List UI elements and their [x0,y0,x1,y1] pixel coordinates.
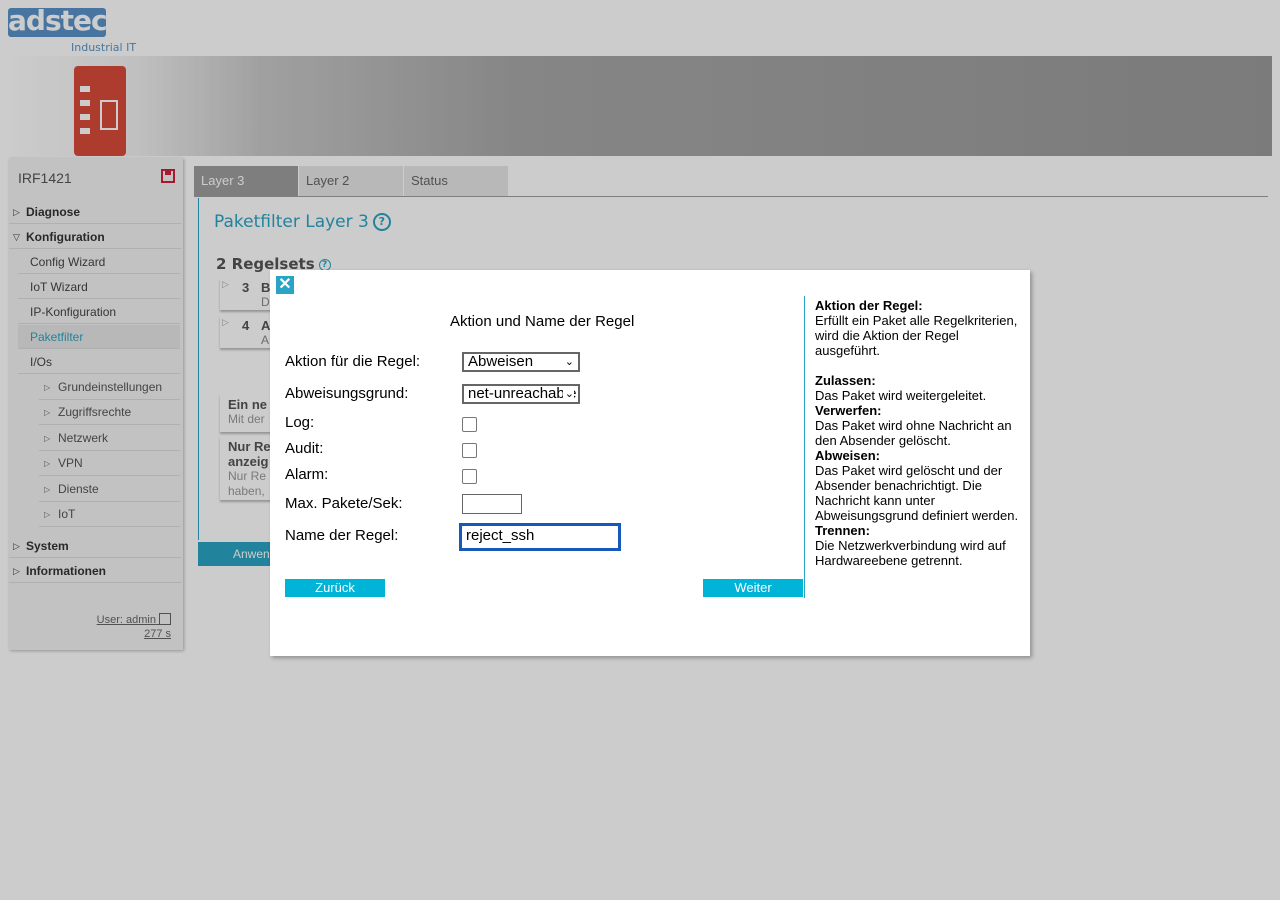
next-button[interactable]: Weiter [703,579,803,597]
dialog-divider [804,296,805,598]
close-icon[interactable]: ✕ [276,276,294,294]
alarm-checkbox[interactable] [462,469,477,484]
audit-label: Audit: [285,440,324,457]
alarm-label: Alarm: [285,466,329,483]
action-label: Aktion für die Regel: [285,353,421,370]
max-packets-label: Max. Pakete/Sek: [285,495,403,512]
chevron-down-icon: ⌄ [562,386,574,402]
rule-name-input[interactable]: reject_ssh [459,523,621,551]
reason-label: Abweisungsgrund: [285,385,409,402]
audit-checkbox[interactable] [462,443,477,458]
log-label: Log: [285,414,315,431]
max-packets-input[interactable] [462,494,522,514]
action-select[interactable]: Abweisen ⌄ [462,352,580,372]
back-button[interactable]: Zurück [285,579,385,597]
dialog-title: Aktion und Name der Regel [450,313,635,330]
log-checkbox[interactable] [462,417,477,432]
reason-select[interactable]: net-unreachable ⌄ [462,384,580,404]
rule-dialog: ✕ Aktion und Name der Regel Aktion für d… [270,270,1030,656]
rule-name-label: Name der Regel: [285,527,399,544]
chevron-down-icon: ⌄ [562,354,574,370]
help-panel: Aktion der Regel: Erfüllt ein Paket alle… [815,298,1019,568]
